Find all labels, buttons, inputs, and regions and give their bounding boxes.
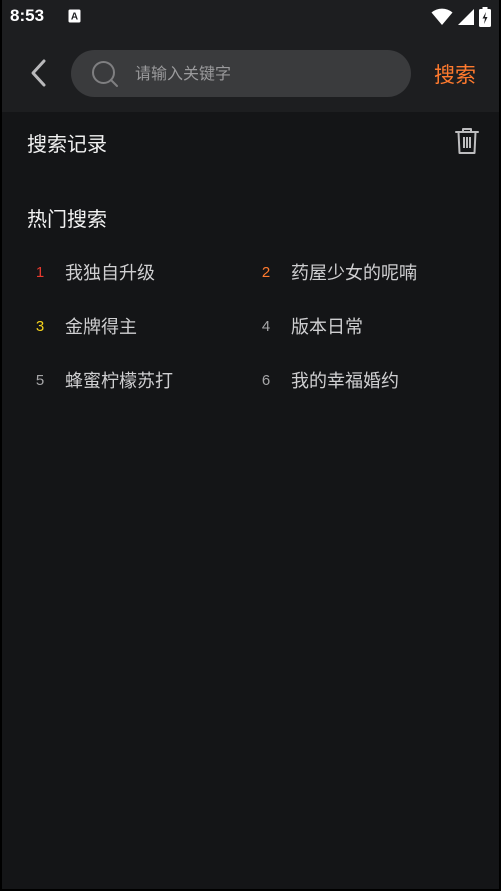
search-box[interactable]	[71, 50, 411, 97]
search-header: 搜索	[2, 34, 499, 112]
history-title: 搜索记录	[27, 132, 107, 156]
font-a-icon: A	[68, 9, 81, 23]
hot-item-3[interactable]: 3 金牌得主	[26, 304, 137, 348]
status-time: 8:53	[10, 6, 45, 25]
hot-name: 我独自升级	[65, 263, 155, 284]
hot-name: 版本日常	[291, 317, 363, 338]
hot-rank: 2	[261, 263, 271, 281]
hot-item-1[interactable]: 1 我独自升级	[26, 250, 155, 294]
hot-name: 蜂蜜柠檬苏打	[65, 371, 173, 392]
status-icons	[431, 7, 491, 27]
clear-history-button[interactable]	[454, 127, 480, 155]
search-button[interactable]: 搜索	[434, 59, 476, 89]
signal-icon	[458, 9, 474, 25]
hot-search-title: 热门搜索	[27, 207, 107, 231]
hot-rank: 3	[35, 317, 45, 335]
hot-rank: 1	[35, 263, 45, 281]
trash-icon	[455, 128, 479, 154]
svg-text:A: A	[71, 12, 78, 23]
battery-charging-icon	[479, 7, 491, 27]
hot-rank: 6	[261, 371, 271, 389]
back-button[interactable]	[22, 56, 56, 90]
hot-rank: 5	[35, 371, 45, 389]
wifi-icon	[431, 8, 453, 25]
chevron-left-icon	[31, 59, 46, 87]
hot-item-6[interactable]: 6 我的幸福婚约	[252, 358, 399, 402]
hot-item-4[interactable]: 4 版本日常	[252, 304, 363, 348]
hot-name: 药屋少女的呢喃	[291, 263, 417, 284]
hot-name: 我的幸福婚约	[291, 371, 399, 392]
hot-item-2[interactable]: 2 药屋少女的呢喃	[252, 250, 417, 294]
search-input[interactable]	[135, 50, 395, 97]
hot-item-5[interactable]: 5 蜂蜜柠檬苏打	[26, 358, 173, 402]
search-screen: 8:53 A 请输入关键字 搜索 搜索记录 热门搜索 1 我独自升级 2 药屋少…	[0, 0, 501, 891]
status-bar: 8:53 A	[2, 0, 499, 34]
search-icon	[92, 61, 118, 87]
hot-rank: 4	[261, 317, 271, 335]
hot-name: 金牌得主	[65, 317, 137, 338]
